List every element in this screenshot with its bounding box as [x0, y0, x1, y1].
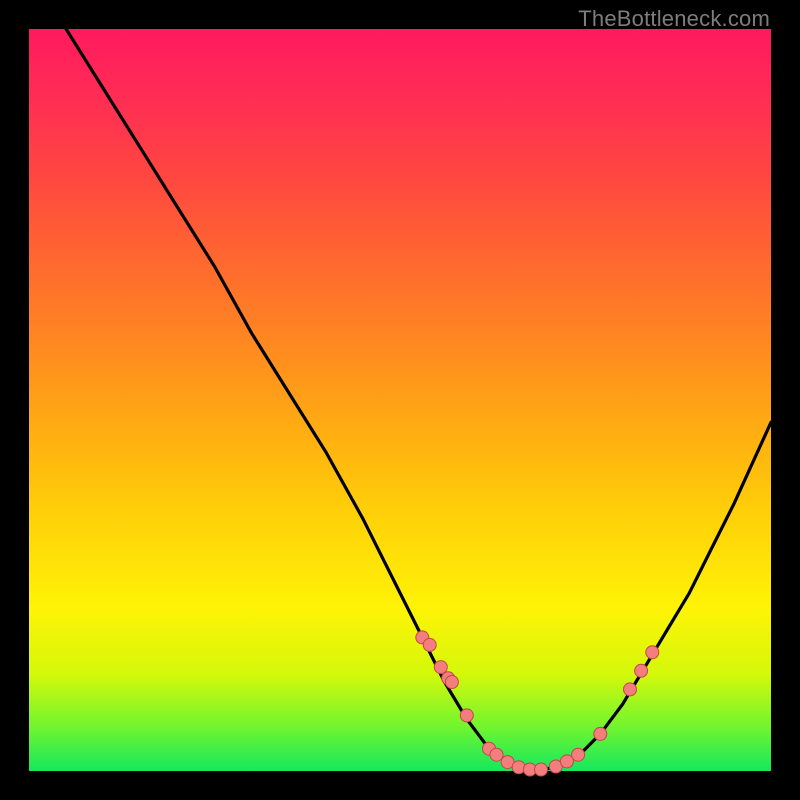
highlight-dot — [624, 683, 637, 696]
bottleneck-curve-path — [66, 29, 771, 771]
highlight-dot — [423, 638, 436, 651]
highlight-dot — [535, 763, 548, 776]
chart-frame: TheBottleneck.com — [0, 0, 800, 800]
highlight-dot — [490, 748, 503, 761]
highlight-dot — [512, 761, 525, 774]
plot-area — [29, 29, 771, 771]
highlight-dot — [594, 727, 607, 740]
highlight-dot — [434, 661, 447, 674]
highlight-dot — [460, 709, 473, 722]
watermark-text: TheBottleneck.com — [578, 6, 770, 32]
highlight-dot — [445, 676, 458, 689]
highlight-dot — [635, 664, 648, 677]
highlight-dot — [572, 748, 585, 761]
bottleneck-curve-svg — [29, 29, 771, 771]
highlight-dot — [646, 646, 659, 659]
